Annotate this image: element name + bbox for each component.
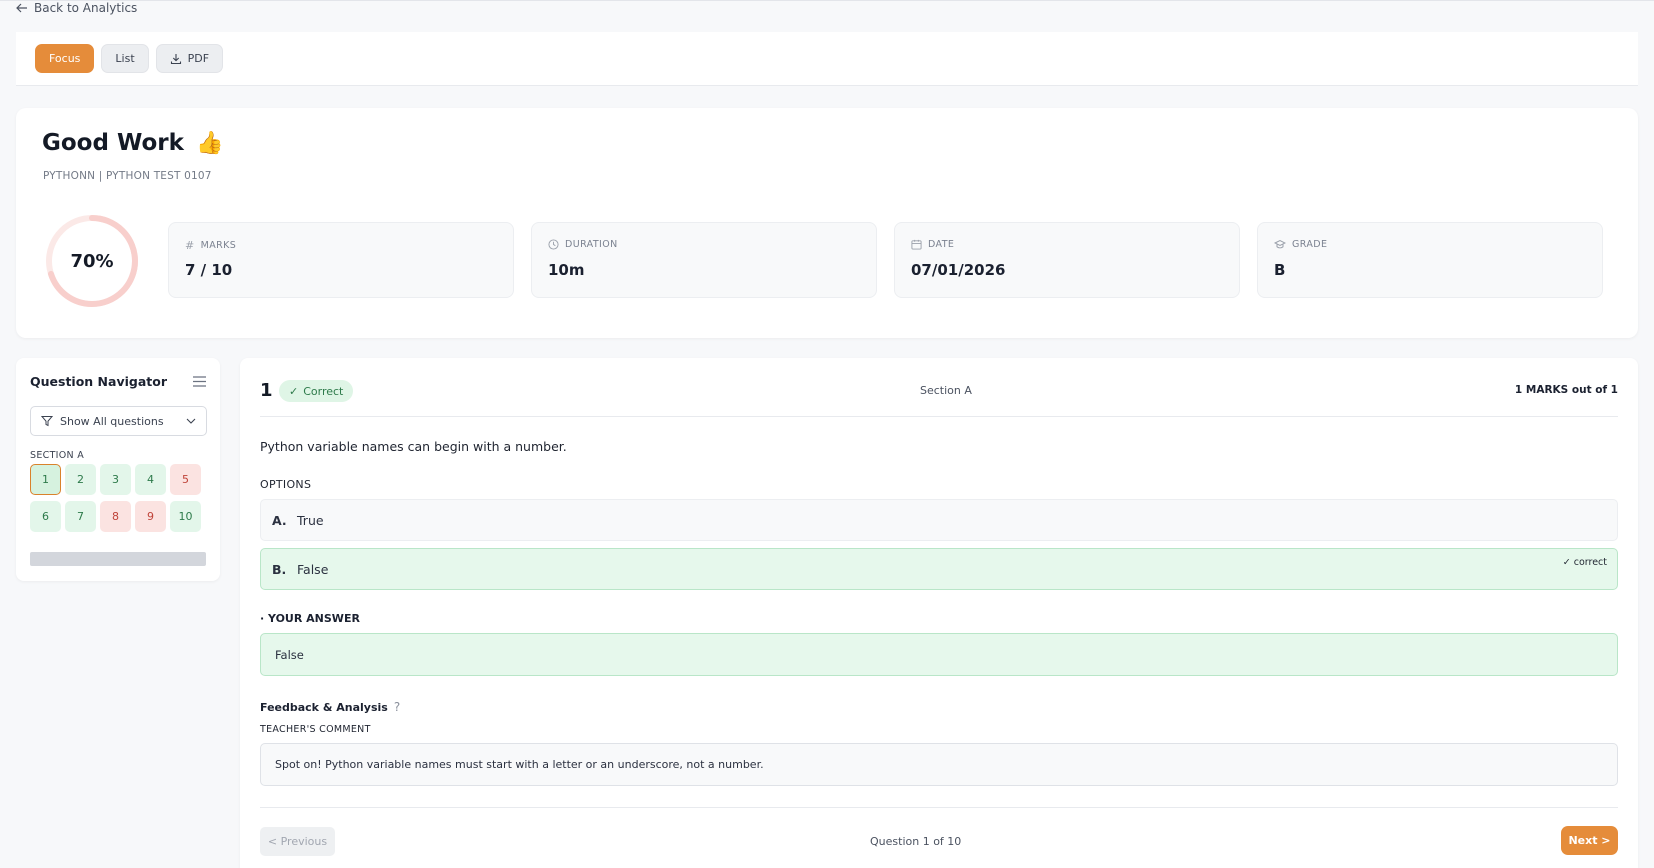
question-nav-item-5[interactable]: 5 <box>170 464 201 495</box>
test-subtitle: PYTHONN | PYTHON TEST 0107 <box>43 170 212 182</box>
menu-icon[interactable] <box>193 376 206 387</box>
question-section: Section A <box>920 384 972 397</box>
duration-stat-value: 10m <box>548 261 585 279</box>
hash-icon: # <box>185 239 195 252</box>
question-nav-item-4[interactable]: 4 <box>135 464 166 495</box>
question-position: Question 1 of 10 <box>870 835 962 848</box>
result-title: Good Work 👍 <box>42 130 223 156</box>
question-number: 1 <box>260 380 273 401</box>
clock-icon <box>548 239 559 250</box>
feedback-title-text: Feedback & Analysis <box>260 700 388 714</box>
feedback-title: Feedback & Analysis ? <box>260 700 400 714</box>
your-answer-box: False <box>260 633 1618 676</box>
question-nav-item-6[interactable]: 6 <box>30 501 61 532</box>
option-a: A. True <box>260 499 1618 541</box>
question-nav-item-1[interactable]: 1 <box>30 464 61 495</box>
marks-stat-label: MARKS <box>200 240 237 251</box>
calendar-icon <box>911 239 922 250</box>
question-nav-item-7[interactable]: 7 <box>65 501 96 532</box>
option-a-text: True <box>297 512 324 528</box>
grade-stat-label: GRADE <box>1292 239 1328 250</box>
status-badge: ✓ Correct <box>279 380 354 402</box>
question-nav-item-9[interactable]: 9 <box>135 501 166 532</box>
list-view-button[interactable]: List <box>101 44 149 73</box>
help-icon[interactable]: ? <box>394 700 400 714</box>
question-nav-item-2[interactable]: 2 <box>65 464 96 495</box>
thumbs-up-icon: 👍 <box>195 130 224 156</box>
teacher-comment-label: TEACHER'S COMMENT <box>260 724 371 735</box>
section-a-label: SECTION A <box>30 450 85 461</box>
teacher-comment-box: Spot on! Python variable names must star… <box>260 743 1618 786</box>
result-title-text: Good Work <box>42 130 184 156</box>
options-label: OPTIONS <box>260 478 312 491</box>
graduation-cap-icon <box>1274 239 1286 249</box>
filter-icon <box>41 416 53 427</box>
arrow-left-icon <box>16 3 27 13</box>
date-stat-value: 07/01/2026 <box>911 261 1006 279</box>
navigator-scrollbar[interactable] <box>30 552 206 566</box>
focus-view-button[interactable]: Focus <box>35 44 95 73</box>
previous-button[interactable]: < Previous <box>260 827 335 856</box>
question-nav-item-3[interactable]: 3 <box>100 464 131 495</box>
next-button[interactable]: Next > <box>1561 826 1618 855</box>
navigator-title: Question Navigator <box>30 374 167 389</box>
status-badge-label: Correct <box>303 384 344 398</box>
option-b: B. False ✓ correct <box>260 548 1618 590</box>
question-navigator: Question Navigator Show All questions SE… <box>16 358 220 581</box>
duration-stat-label: DURATION <box>565 239 618 250</box>
correct-option-tag: ✓ correct <box>1562 557 1607 568</box>
grade-stat: GRADE B <box>1257 222 1603 298</box>
header-divider <box>260 416 1618 417</box>
date-stat: DATE 07/01/2026 <box>894 222 1240 298</box>
pdf-download-button[interactable]: PDF <box>155 44 224 73</box>
grade-stat-value: B <box>1274 261 1286 279</box>
question-filter-select[interactable]: Show All questions <box>30 406 207 436</box>
marks-stat: # MARKS 7 / 10 <box>168 222 514 298</box>
footer-divider <box>260 807 1618 808</box>
pdf-label: PDF <box>187 52 210 65</box>
question-nav-item-10[interactable]: 10 <box>170 501 201 532</box>
option-a-letter: A. <box>272 512 287 528</box>
question-marks: 1 MARKS out of 1 <box>1514 384 1618 396</box>
back-to-analytics-link[interactable]: Back to Analytics <box>16 1 137 15</box>
check-icon: ✓ <box>289 384 299 398</box>
question-nav-item-8[interactable]: 8 <box>100 501 131 532</box>
question-text: Python variable names can begin with a n… <box>260 439 567 454</box>
option-b-text: False <box>297 561 329 577</box>
download-icon <box>170 53 181 64</box>
top-border <box>0 0 1654 1</box>
question-detail-panel: 1 ✓ Correct Section A 1 MARKS out of 1 P… <box>240 358 1638 868</box>
filter-value: Show All questions <box>60 414 164 428</box>
date-stat-label: DATE <box>928 239 955 250</box>
your-answer-label: · YOUR ANSWER <box>260 612 360 625</box>
option-b-letter: B. <box>272 561 287 577</box>
result-summary-card: Good Work 👍 PYTHONN | PYTHON TEST 0107 7… <box>16 108 1638 338</box>
duration-stat: DURATION 10m <box>531 222 877 298</box>
marks-stat-value: 7 / 10 <box>185 261 233 279</box>
chevron-down-icon <box>186 418 196 424</box>
view-toolbar: Focus List PDF <box>16 32 1638 86</box>
score-percent: 70% <box>70 250 114 272</box>
back-label: Back to Analytics <box>34 1 138 15</box>
